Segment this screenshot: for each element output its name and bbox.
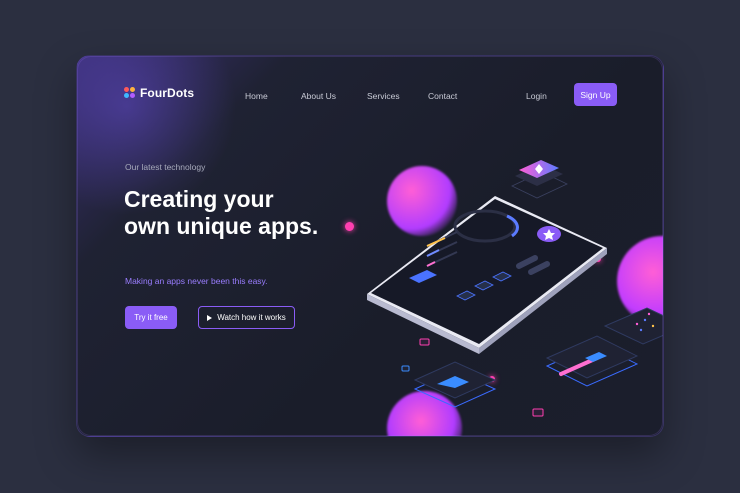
brand-name: FourDots xyxy=(140,86,195,100)
hero-eyebrow: Our latest technology xyxy=(125,162,206,172)
landing-card: FourDots Home About Us Services Contact … xyxy=(76,55,664,437)
watch-video-label: Watch how it works xyxy=(217,313,286,322)
chat-icon xyxy=(401,365,410,372)
play-icon xyxy=(207,314,213,321)
logo-icon xyxy=(124,87,136,99)
dots-tile xyxy=(603,307,663,345)
compass-tile xyxy=(511,160,568,199)
cart-tile xyxy=(413,361,497,408)
rocket-icon xyxy=(532,408,544,417)
nav-link-home[interactable]: Home xyxy=(245,91,268,101)
signup-button[interactable]: Sign Up xyxy=(574,83,617,106)
try-it-free-button[interactable]: Try it free xyxy=(125,306,177,329)
crown-icon xyxy=(419,338,430,346)
nav-link-services[interactable]: Services xyxy=(367,91,400,101)
login-link[interactable]: Login xyxy=(526,91,547,101)
watch-video-button[interactable]: Watch how it works xyxy=(198,306,295,329)
nav-link-about-us[interactable]: About Us xyxy=(301,91,336,101)
hero-headline: Creating your own unique apps. xyxy=(124,186,319,239)
mail-tile xyxy=(545,335,639,387)
hero-illustration xyxy=(307,126,663,436)
isometric-phone-graphic xyxy=(367,160,663,417)
phone-body xyxy=(367,196,607,354)
hero-subtitle: Making an apps never been this easy. xyxy=(125,276,268,286)
nav-link-contact[interactable]: Contact xyxy=(428,91,457,101)
brand-logo[interactable]: FourDots xyxy=(124,86,194,100)
